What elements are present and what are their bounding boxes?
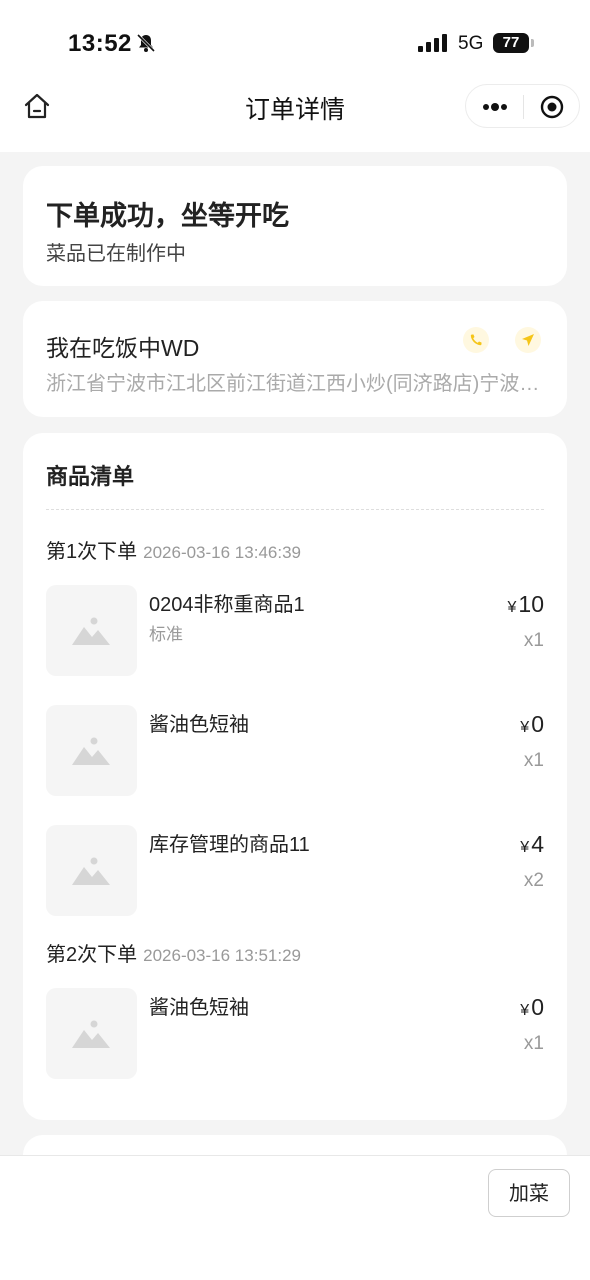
order-batch-label: 第1次下单 xyxy=(46,541,138,563)
item-name: 库存管理的商品11 xyxy=(149,834,310,856)
store-name: 我在吃饭中WD xyxy=(46,335,200,361)
goods-item[interactable]: 0204非称重商品1 标准 ¥10 x1 xyxy=(46,585,544,677)
order-status-title: 下单成功，坐等开吃 xyxy=(46,201,289,231)
status-bar: 13:52 5G 77 xyxy=(0,0,590,80)
battery-icon: 77 xyxy=(493,33,529,53)
order-batch-label: 第2次下单 xyxy=(46,944,138,966)
price-value: 0 xyxy=(531,994,544,1020)
item-price: ¥0 xyxy=(520,994,544,1021)
bottom-action-bar: 加菜 xyxy=(0,1155,590,1280)
item-quantity: x1 xyxy=(523,630,544,651)
order-batch-header: 第1次下单 2026-03-16 13:46:39 xyxy=(46,535,301,564)
goods-item[interactable]: 酱油色短袖 ¥0 x1 xyxy=(46,988,544,1080)
product-image-placeholder xyxy=(46,585,137,676)
image-placeholder-icon xyxy=(72,1020,110,1048)
item-price: ¥4 xyxy=(520,831,544,858)
item-name: 0204非称重商品1 xyxy=(149,594,305,616)
item-name: 酱油色短袖 xyxy=(149,714,249,736)
signal-icon xyxy=(418,34,450,57)
item-price: ¥0 xyxy=(520,711,544,738)
item-spec: 标准 xyxy=(149,625,183,644)
store-address: 浙江省宁波市江北区前江街道江西小炒(同济路店)宁波市江北区 xyxy=(46,373,556,395)
dashed-divider xyxy=(46,509,544,510)
price-value: 0 xyxy=(531,711,544,737)
mini-program-capsule xyxy=(465,84,580,128)
add-dish-button[interactable]: 加菜 xyxy=(488,1169,570,1217)
battery-tip xyxy=(531,39,534,47)
more-dots-icon[interactable] xyxy=(482,97,508,122)
image-placeholder-icon xyxy=(72,617,110,645)
price-value: 10 xyxy=(518,591,544,617)
order-batch-header: 第2次下单 2026-03-16 13:51:29 xyxy=(46,938,301,967)
product-image-placeholder xyxy=(46,825,137,916)
product-image-placeholder xyxy=(46,988,137,1079)
goods-list-card: 商品清单 第1次下单 2026-03-16 13:46:39 0204非称重商品1… xyxy=(23,433,567,1120)
currency-symbol: ¥ xyxy=(520,719,530,736)
item-quantity: x1 xyxy=(523,750,544,771)
battery-level: 77 xyxy=(502,34,520,51)
order-batch-time: 2026-03-16 13:51:29 xyxy=(143,946,301,965)
currency-symbol: ¥ xyxy=(507,599,517,616)
nav-bar: 订单详情 xyxy=(0,80,590,152)
order-status-subtitle: 菜品已在制作中 xyxy=(46,243,186,265)
phone-icon[interactable] xyxy=(463,327,489,353)
item-price: ¥10 xyxy=(508,591,545,618)
item-name: 酱油色短袖 xyxy=(149,997,249,1019)
status-time: 13:52 xyxy=(68,30,132,57)
network-label: 5G xyxy=(458,33,484,54)
goods-item[interactable]: 酱油色短袖 ¥0 x1 xyxy=(46,705,544,797)
goods-list-title: 商品清单 xyxy=(46,464,135,489)
order-batch-time: 2026-03-16 13:46:39 xyxy=(143,543,301,562)
product-image-placeholder xyxy=(46,705,137,796)
price-value: 4 xyxy=(531,831,544,857)
bell-muted-icon xyxy=(136,33,156,58)
order-status-card: 下单成功，坐等开吃 菜品已在制作中 xyxy=(23,166,567,286)
target-circle-icon[interactable] xyxy=(540,95,564,124)
image-placeholder-icon xyxy=(72,737,110,765)
item-quantity: x1 xyxy=(523,1033,544,1054)
image-placeholder-icon xyxy=(72,857,110,885)
goods-item[interactable]: 库存管理的商品11 ¥4 x2 xyxy=(46,825,544,917)
currency-symbol: ¥ xyxy=(520,839,530,856)
store-card: 我在吃饭中WD 浙江省宁波市江北区前江街道江西小炒(同济路店)宁波市江北区 xyxy=(23,301,567,417)
capsule-divider xyxy=(523,95,524,119)
item-quantity: x2 xyxy=(523,870,544,891)
navigate-icon[interactable] xyxy=(515,327,541,353)
currency-symbol: ¥ xyxy=(520,1002,530,1019)
